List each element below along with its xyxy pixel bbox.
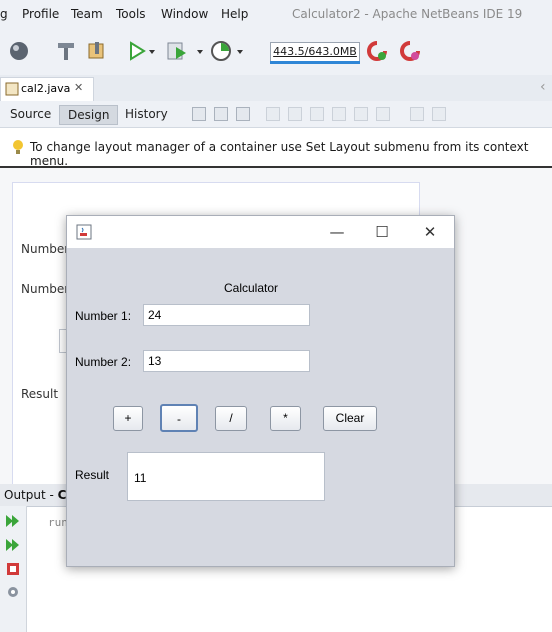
align-right-icon[interactable]	[288, 107, 302, 121]
settings-icon[interactable]	[5, 584, 21, 600]
result-label: Result	[75, 468, 110, 482]
divide-button[interactable]: /	[215, 406, 247, 431]
window-title-bar[interactable]: — ☐ ✕	[67, 216, 454, 248]
lightbulb-icon	[13, 140, 23, 154]
menu-item-profile[interactable]: Profile	[22, 7, 59, 21]
globe-icon[interactable]	[8, 40, 30, 62]
tab-cal2-java[interactable]: cal2.java ✕	[0, 77, 94, 102]
layout-hint-bar: To change layout manager of a container …	[0, 128, 552, 168]
gc-profile-icon[interactable]	[399, 40, 421, 62]
run-icon[interactable]	[126, 40, 148, 62]
chevron-down-icon[interactable]	[196, 40, 204, 62]
form-label-number2: Number	[21, 282, 70, 296]
align-middle-icon[interactable]	[376, 107, 390, 121]
rerun-icon[interactable]	[5, 514, 21, 528]
number1-label: Number 1:	[75, 309, 132, 323]
stop-icon[interactable]	[6, 562, 20, 576]
menu-item-window[interactable]: Window	[161, 7, 208, 21]
output-side-toolbar	[0, 506, 27, 632]
menu-item-file-partial[interactable]: g	[0, 7, 8, 21]
tab-design[interactable]: Design	[59, 105, 119, 125]
output-text: run	[48, 516, 68, 529]
calculator-title: Calculator	[224, 281, 279, 295]
tab-label: cal2.java	[21, 82, 71, 95]
chevron-down-icon[interactable]	[236, 40, 244, 62]
java-cup-icon	[76, 224, 92, 240]
connection-mode-icon[interactable]	[214, 107, 228, 121]
number1-field[interactable]: 24	[143, 304, 310, 326]
form-label-number1: Number	[21, 242, 70, 256]
main-toolbar: 443.5/643.0MB	[0, 30, 552, 75]
resize-horizontal-icon[interactable]	[410, 107, 424, 121]
multiply-button[interactable]: *	[270, 406, 301, 431]
preview-design-icon[interactable]	[236, 107, 250, 121]
result-field[interactable]: 11	[127, 452, 325, 501]
resize-vertical-icon[interactable]	[432, 107, 446, 121]
menu-item-help[interactable]: Help	[221, 7, 248, 21]
add-button[interactable]: +	[113, 406, 143, 431]
form-label-result: Result	[21, 387, 59, 401]
align-bottom-icon[interactable]	[354, 107, 368, 121]
menu-item-tools[interactable]: Tools	[116, 7, 146, 21]
align-left-icon[interactable]	[266, 107, 280, 121]
align-center-icon[interactable]	[310, 107, 324, 121]
maximize-button[interactable]: ☐	[367, 222, 397, 242]
chevron-down-icon[interactable]	[148, 40, 156, 62]
align-top-icon[interactable]	[332, 107, 346, 121]
tab-history[interactable]: History	[117, 105, 176, 123]
number2-field[interactable]: 13	[143, 350, 310, 372]
designer-toolbar: Source Design History	[0, 101, 552, 128]
minimize-button[interactable]: —	[322, 222, 352, 242]
close-icon[interactable]: ✕	[74, 81, 83, 94]
output-title-prefix: Output -	[4, 488, 58, 502]
hammer-icon[interactable]	[55, 40, 77, 62]
gc-icon[interactable]	[366, 40, 388, 62]
close-button[interactable]: ✕	[415, 222, 445, 242]
editor-tab-bar: cal2.java ✕ ‹	[0, 75, 552, 102]
clear-button[interactable]: Clear	[323, 406, 377, 431]
debug-icon[interactable]	[166, 40, 188, 62]
clean-build-icon[interactable]	[86, 40, 108, 62]
memory-indicator[interactable]: 443.5/643.0MB	[270, 42, 360, 62]
menu-bar: g Profile Team Tools Window Help Calcula…	[0, 0, 552, 30]
scroll-left-icon[interactable]: ‹	[540, 79, 546, 95]
tab-source[interactable]: Source	[2, 105, 59, 123]
rerun-with-params-icon[interactable]	[5, 538, 21, 552]
calculator-window[interactable]: — ☐ ✕ Calculator Number 1: 24 Number 2: …	[66, 215, 455, 567]
profile-icon[interactable]	[210, 40, 232, 62]
subtract-button[interactable]: -	[160, 404, 198, 432]
java-file-icon	[5, 82, 19, 96]
number2-label: Number 2:	[75, 355, 132, 369]
menu-item-team[interactable]: Team	[71, 7, 103, 21]
selection-mode-icon[interactable]	[192, 107, 206, 121]
ide-window-title: Calculator2 - Apache NetBeans IDE 19	[292, 7, 523, 21]
memory-bar	[270, 61, 360, 64]
hint-text: To change layout manager of a container …	[30, 140, 529, 168]
